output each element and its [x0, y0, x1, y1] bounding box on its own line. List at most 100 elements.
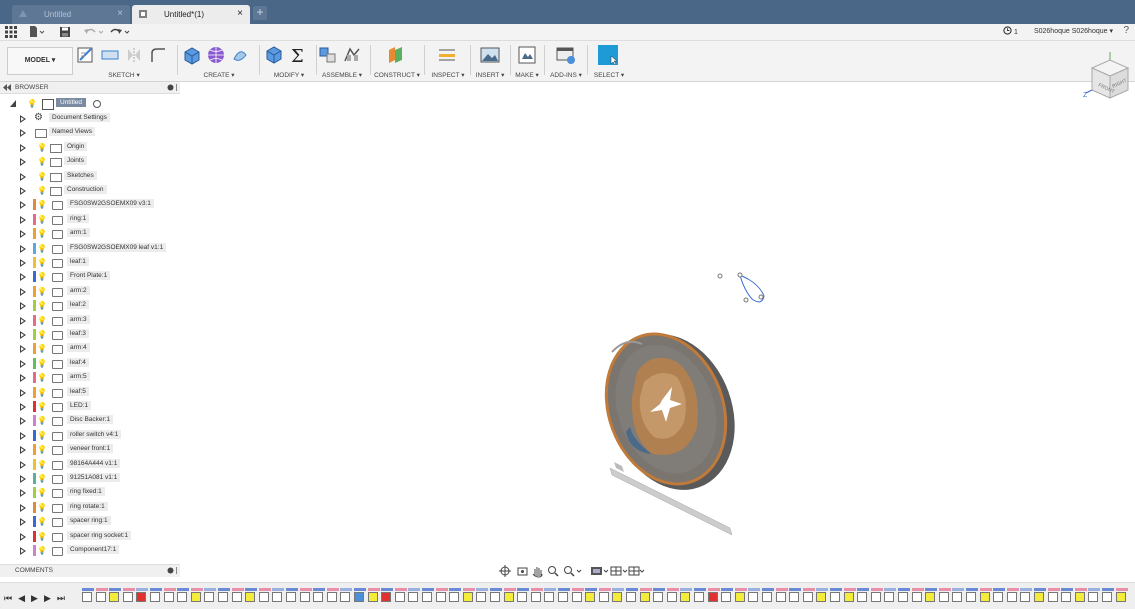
expand-triangle-icon[interactable]	[20, 201, 26, 210]
browser-item[interactable]: 💡 roller switch v4:1	[0, 429, 180, 443]
browser-item[interactable]: 💡 spacer ring socket:1	[0, 530, 180, 544]
browser-item[interactable]: 💡 veneer front:1	[0, 443, 180, 457]
browser-root-item[interactable]: 💡 Untitled	[0, 97, 180, 111]
timeline-feature[interactable]	[258, 592, 269, 602]
lightbulb-icon[interactable]: 💡	[37, 172, 47, 181]
expand-triangle-icon[interactable]	[20, 273, 26, 282]
timeline-feature[interactable]	[1047, 592, 1058, 602]
timeline-feature[interactable]	[802, 592, 813, 602]
close-icon[interactable]: ×	[237, 8, 243, 19]
expand-triangle-icon[interactable]	[20, 388, 26, 397]
expand-triangle-icon[interactable]	[20, 302, 26, 311]
timeline-feature[interactable]	[816, 592, 827, 602]
browser-item[interactable]: 💡 Component17:1	[0, 544, 180, 558]
offset-plane-icon[interactable]	[386, 45, 406, 65]
browser-item[interactable]: 💡 LED:1	[0, 400, 180, 414]
lightbulb-icon[interactable]: 💡	[37, 215, 47, 224]
activate-radio-icon[interactable]	[93, 100, 101, 108]
expand-triangle-icon[interactable]	[20, 143, 26, 152]
measure-icon[interactable]	[437, 45, 457, 65]
timeline-feature[interactable]	[272, 592, 283, 602]
timeline-feature[interactable]	[204, 592, 215, 602]
lightbulb-icon[interactable]: 💡	[37, 244, 47, 253]
expand-triangle-icon[interactable]	[20, 345, 26, 354]
timeline-feature[interactable]	[653, 592, 664, 602]
timeline-feature[interactable]	[122, 592, 133, 602]
browser-item[interactable]: 💡 spacer ring:1	[0, 515, 180, 529]
timeline-feature[interactable]	[136, 592, 147, 602]
browser-item[interactable]: 💡 ring fixed:1	[0, 486, 180, 500]
revolve-icon[interactable]	[230, 45, 250, 65]
timeline-feature[interactable]	[666, 592, 677, 602]
construct-menu-label[interactable]: CONSTRUCT ▾	[374, 71, 420, 79]
create-menu-label[interactable]: CREATE ▾	[182, 71, 256, 79]
timeline-feature[interactable]	[762, 592, 772, 602]
timeline-feature[interactable]	[639, 592, 650, 602]
timeline-feature[interactable]	[1034, 592, 1044, 602]
viewports-icon[interactable]	[628, 566, 645, 576]
timeline-feature[interactable]	[1061, 592, 1072, 602]
browser-item[interactable]: ⚙ Document Settings	[0, 112, 180, 126]
browser-panel-header[interactable]: BROWSER	[0, 82, 180, 94]
display-settings-icon[interactable]	[591, 567, 609, 575]
fillet-sketch-icon[interactable]	[148, 45, 168, 65]
timeline-feature[interactable]	[82, 592, 92, 602]
timeline-feature[interactable]	[313, 592, 324, 602]
browser-item[interactable]: 💡 FSG0SW2GSOEMX09 v3:1	[0, 198, 180, 212]
browser-item[interactable]: 💡 Origin	[0, 141, 180, 155]
press-pull-icon[interactable]	[264, 45, 284, 65]
timeline-feature[interactable]	[476, 592, 487, 602]
lightbulb-icon[interactable]: 💡	[37, 431, 47, 440]
browser-item[interactable]: 💡 FSG0SW2GSOEMX09 leaf v1:1	[0, 242, 180, 256]
grid-menu-icon[interactable]	[5, 26, 17, 38]
timeline-feature[interactable]	[109, 592, 120, 602]
timeline-feature[interactable]	[612, 592, 623, 602]
create-sketch-icon[interactable]	[76, 45, 96, 65]
expand-triangle-icon[interactable]	[20, 475, 26, 483]
sketch-menu-label[interactable]: SKETCH ▾	[76, 71, 172, 79]
go-to-start-icon[interactable]: ⏮	[4, 593, 12, 604]
close-icon[interactable]: ×	[117, 8, 123, 19]
timeline-feature[interactable]	[626, 592, 636, 602]
browser-item[interactable]: 💡 91251A081 v1:1	[0, 472, 180, 486]
lightbulb-icon[interactable]: 💡	[37, 344, 47, 353]
timeline-feature[interactable]	[177, 592, 188, 602]
3d-viewport[interactable]	[182, 82, 1135, 562]
lightbulb-icon[interactable]: 💡	[37, 503, 47, 512]
timeline-feature[interactable]	[299, 592, 310, 602]
browser-item[interactable]: 💡 Disc Backer:1	[0, 414, 180, 428]
file-menu-icon[interactable]	[29, 26, 45, 38]
lightbulb-icon[interactable]: 💡	[37, 316, 47, 325]
help-icon[interactable]: ?	[1123, 25, 1129, 36]
timeline-feature[interactable]	[490, 592, 500, 602]
timeline-feature[interactable]	[775, 592, 786, 602]
comments-panel[interactable]: COMMENTS	[0, 564, 180, 577]
timeline-feature[interactable]	[530, 592, 541, 602]
select-menu-label[interactable]: SELECT ▾	[591, 71, 627, 79]
lightbulb-icon[interactable]: 💡	[37, 388, 47, 397]
orbit-icon[interactable]	[499, 565, 511, 577]
timeline-feature[interactable]	[381, 592, 392, 602]
timeline-feature[interactable]	[1020, 592, 1031, 602]
timeline-feature[interactable]	[571, 592, 582, 602]
expand-triangle-icon[interactable]	[20, 446, 26, 455]
undo-icon[interactable]	[83, 26, 105, 38]
timeline-feature[interactable]	[694, 592, 704, 602]
lightbulb-icon[interactable]: 💡	[37, 416, 47, 425]
lightbulb-icon[interactable]: 💡	[37, 517, 47, 526]
timeline-feature[interactable]	[966, 592, 976, 602]
disc-assembly[interactable]	[586, 316, 756, 507]
sketch-profile[interactable]	[717, 272, 765, 303]
browser-item[interactable]: Named Views	[0, 126, 180, 140]
timeline-feature[interactable]	[707, 592, 718, 602]
joint-icon[interactable]	[342, 45, 362, 65]
timeline-feature[interactable]	[326, 592, 337, 602]
timeline-feature[interactable]	[462, 592, 473, 602]
lightbulb-icon[interactable]: 💡	[37, 272, 47, 281]
expand-triangle-icon[interactable]	[20, 460, 26, 469]
timeline-feature[interactable]	[1088, 592, 1099, 602]
timeline-feature[interactable]	[721, 592, 732, 602]
scripts-icon[interactable]	[556, 45, 576, 65]
mirror-sketch-icon[interactable]	[124, 45, 144, 65]
expand-triangle-icon[interactable]	[20, 518, 26, 527]
